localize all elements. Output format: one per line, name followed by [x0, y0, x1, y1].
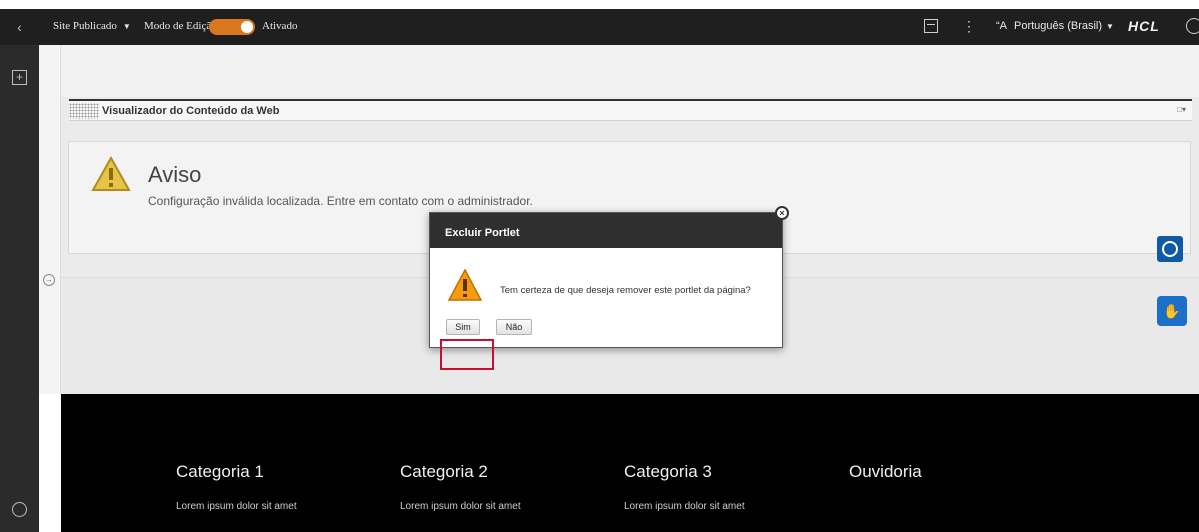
drag-handle-icon[interactable]: [69, 103, 99, 119]
back-chevron-icon[interactable]: ‹: [0, 9, 39, 45]
edit-mode-state: Ativado: [262, 20, 298, 32]
footer-link[interactable]: Lorem ipsum dolor sit amet: [400, 501, 521, 512]
footer-column: Ouvidoria: [849, 462, 922, 501]
footer-link[interactable]: Lorem ipsum dolor sit amet: [624, 501, 745, 512]
page-gutter: [39, 45, 61, 394]
warning-message: Configuração inválida localizada. Entre …: [148, 194, 533, 208]
confirm-yes-button[interactable]: Sim: [446, 319, 480, 335]
dialog-title: Excluir Portlet: [445, 227, 520, 239]
more-options-icon[interactable]: ⋮: [962, 18, 976, 35]
delete-portlet-dialog: Excluir Portlet Tem certeza de que desej…: [429, 212, 783, 348]
highlight-box: [440, 339, 494, 370]
footer-column-title: Categoria 1: [176, 462, 264, 481]
footer-column: Categoria 1 Lorem ipsum dolor sit amet: [176, 462, 297, 512]
add-content-icon[interactable]: +: [12, 70, 27, 85]
panel-icon[interactable]: [924, 19, 938, 33]
left-sidebar: +: [0, 45, 39, 532]
edit-toolbar: ‹ Site Publicado ▼ Modo de Edição: Ativad…: [0, 9, 1199, 45]
language-selector[interactable]: Português (Brasil) ▼: [1014, 20, 1114, 32]
dialog-header: Excluir Portlet: [430, 213, 782, 248]
translate-icon: “A: [996, 20, 1007, 32]
accessibility-button[interactable]: [1157, 236, 1183, 262]
accessibility-icon: [1162, 241, 1178, 257]
close-icon[interactable]: ×: [775, 206, 789, 220]
arrow-right-circle-icon[interactable]: →: [43, 274, 55, 286]
footer-column: Categoria 3 Lorem ipsum dolor sit amet: [624, 462, 745, 512]
language-label: Português (Brasil): [1014, 20, 1103, 32]
help-icon[interactable]: [1186, 18, 1199, 34]
edit-mode-toggle[interactable]: [209, 19, 255, 35]
warning-triangle-icon: [91, 156, 131, 191]
lifebuoy-icon[interactable]: [12, 502, 27, 517]
portlet-title: Visualizador do Conteúdo da Web: [102, 105, 280, 117]
caret-down-icon: ▼: [1106, 22, 1114, 31]
footer-column-title: Categoria 2: [400, 462, 488, 481]
warning-triangle-icon: [448, 269, 482, 301]
portlet-menu-icon[interactable]: □▾: [1177, 105, 1186, 114]
toggle-knob: [241, 21, 253, 33]
hcl-logo: HCL: [1128, 18, 1160, 34]
footer-column-title: Categoria 3: [624, 462, 712, 481]
footer-column-title: Ouvidoria: [849, 462, 922, 481]
dialog-message: Tem certeza de que deseja remover este p…: [500, 285, 751, 296]
site-selector-label: Site Publicado: [53, 20, 117, 32]
footer: Categoria 1 Lorem ipsum dolor sit amet C…: [61, 394, 1199, 532]
footer-column: Categoria 2 Lorem ipsum dolor sit amet: [400, 462, 521, 512]
top-area: [61, 45, 1199, 97]
portlet-header: Visualizador do Conteúdo da Web □▾: [69, 99, 1192, 121]
caret-down-icon: ▼: [122, 22, 131, 31]
warning-title: Aviso: [148, 162, 202, 187]
footer-link[interactable]: Lorem ipsum dolor sit amet: [176, 501, 297, 512]
sign-language-button[interactable]: ✋: [1157, 296, 1187, 326]
confirm-no-button[interactable]: Não: [496, 319, 532, 335]
site-selector[interactable]: Site Publicado ▼: [53, 20, 131, 32]
hands-icon: ✋: [1163, 302, 1181, 319]
top-strip: [0, 0, 1199, 9]
